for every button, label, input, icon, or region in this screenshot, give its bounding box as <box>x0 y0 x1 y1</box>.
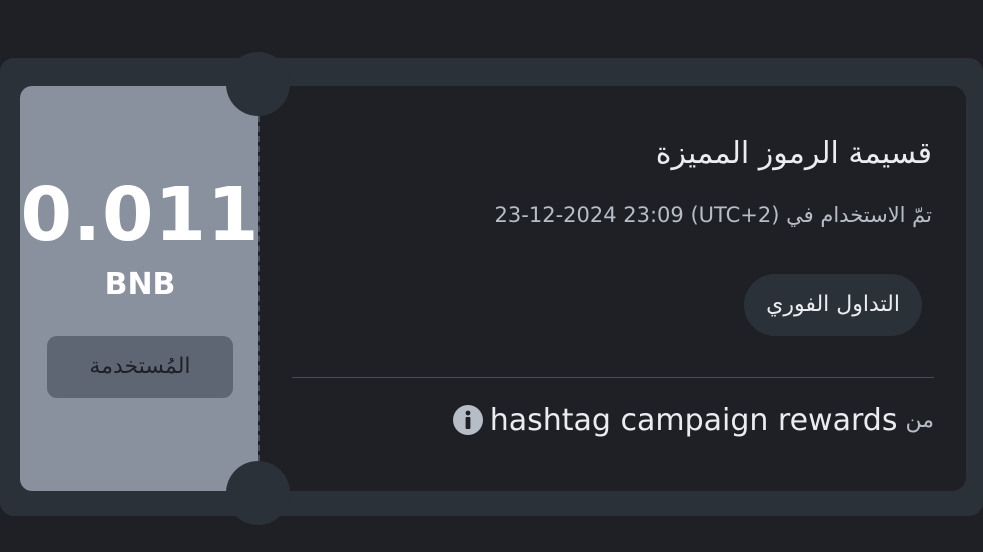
voucher-stub: 0.011 BNB المُستخدمة <box>20 86 260 491</box>
divider <box>292 377 934 378</box>
ticket-notch-top <box>226 52 290 116</box>
source-name: hashtag campaign rewards <box>489 402 898 438</box>
status-badge: المُستخدمة <box>47 336 233 398</box>
voucher-unit: BNB <box>104 267 176 302</box>
source-row: من hashtag campaign rewards <box>452 398 934 442</box>
perforation-line <box>258 116 260 461</box>
used-at-text: تمّ الاستخدام في 23-12-2024 23:09 (UTC+2… <box>495 200 932 230</box>
used-at-datetime: 23-12-2024 23:09 (UTC+2) <box>494 203 780 227</box>
voucher-amount: 0.011 <box>20 172 260 258</box>
info-icon[interactable] <box>452 404 484 436</box>
used-at-prefix: تمّ الاستخدام في <box>786 203 932 227</box>
spot-trading-button[interactable]: التداول الفوري <box>744 274 922 336</box>
ticket-notch-bottom <box>226 461 290 525</box>
voucher-ticket[interactable]: 0.011 BNB المُستخدمة قسيمة الرموز المميز… <box>20 52 966 525</box>
source-prefix: من <box>905 407 934 433</box>
voucher-title: قسيمة الرموز المميزة <box>655 136 932 171</box>
